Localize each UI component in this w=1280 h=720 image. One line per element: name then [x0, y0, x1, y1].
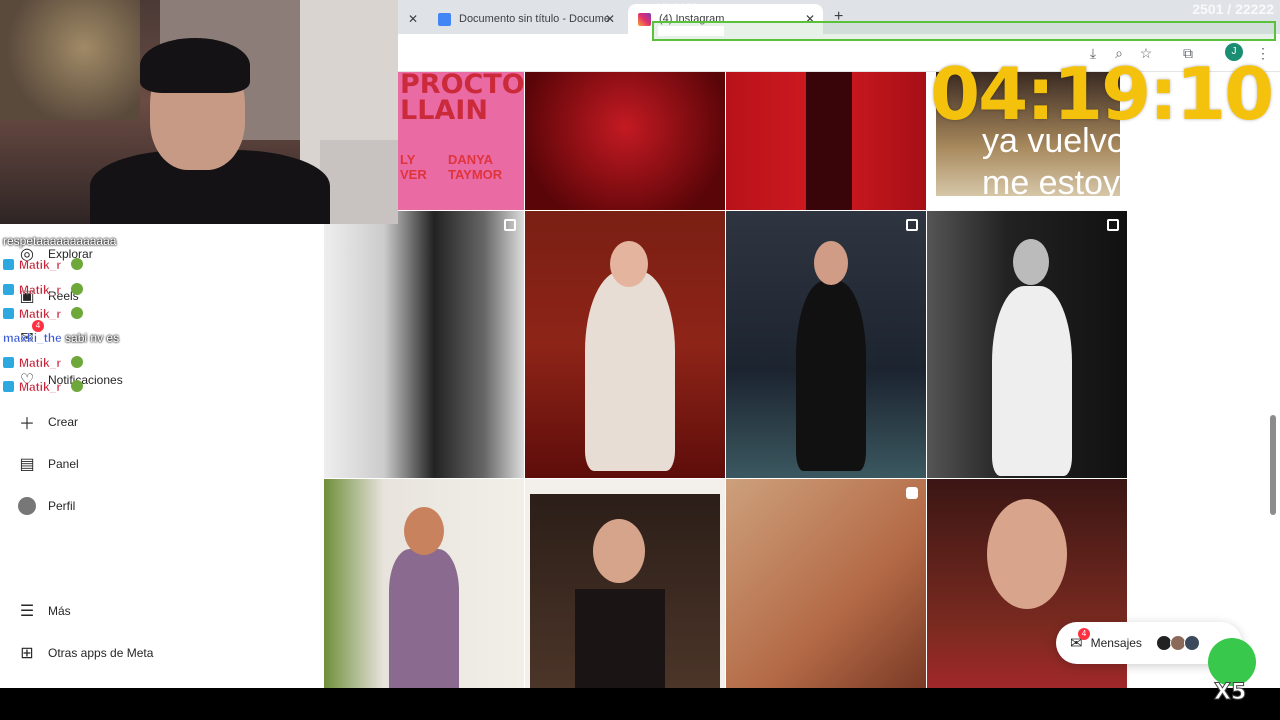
- chat-username: Matik_r: [19, 307, 62, 321]
- google-docs-icon: [438, 12, 451, 26]
- mascot-icon: [1208, 638, 1256, 686]
- sub-badge-icon: [3, 308, 14, 319]
- cover-credit: LY VER: [400, 152, 427, 182]
- post-thumbnail[interactable]: [726, 479, 926, 688]
- emote-icon: [71, 258, 84, 270]
- chat-message: respetaaaaaaaaaaaa: [3, 234, 116, 248]
- avatar-icon: [16, 495, 38, 517]
- chat-username: Matik_r: [19, 258, 62, 272]
- chat-username: Matik_r: [19, 380, 62, 394]
- chat-username: Matik_r: [19, 283, 62, 297]
- emote-icon: [71, 380, 84, 392]
- nav-more[interactable]: ☰ Más: [16, 599, 71, 623]
- webcam-feed: [0, 0, 398, 224]
- post-thumbnail[interactable]: [324, 211, 524, 478]
- avatar: [1183, 635, 1200, 651]
- chat-username: Matik_r: [19, 356, 62, 370]
- chart-icon: ▤: [19, 456, 35, 473]
- post-thumbnail[interactable]: [927, 211, 1127, 478]
- post-thumbnail[interactable]: [525, 72, 725, 210]
- nav-label: Otras apps de Meta: [48, 646, 154, 660]
- browser-tab-docs[interactable]: Documento sin título - Docume ✕: [428, 4, 623, 34]
- cover-title: LLAIN: [400, 95, 488, 126]
- messages-badge: 4: [1078, 628, 1090, 640]
- post-thumbnail[interactable]: PROCTO LLAIN LY VER DANYA TAYMOR: [398, 72, 524, 210]
- carousel-icon: [504, 219, 516, 231]
- multiplier-label: X5: [1213, 680, 1247, 706]
- chat-text: sabi nv es: [65, 331, 120, 345]
- chat-message: Matik_r: [3, 307, 84, 321]
- chat-message: Matik_r: [3, 356, 84, 370]
- emote-icon: [71, 356, 84, 368]
- nav-meta-apps[interactable]: ⊞ Otras apps de Meta: [16, 641, 153, 665]
- messenger-icon: ✉ 4: [1070, 628, 1090, 652]
- close-tab-icon[interactable]: ✕: [408, 12, 418, 26]
- nav-create[interactable]: ＋ Crear: [16, 410, 78, 434]
- nav-dashboard[interactable]: ▤ Panel: [16, 452, 79, 476]
- progress-fill: [658, 26, 724, 36]
- sub-badge-icon: [3, 284, 14, 295]
- nav-label: Panel: [48, 457, 79, 471]
- away-message: ya vuelvo me estoy: [982, 120, 1132, 204]
- post-thumbnail[interactable]: [726, 72, 926, 210]
- chat-message: Matik_r: [3, 380, 84, 394]
- emote-icon: [71, 307, 84, 319]
- chat-text: respetaaaaaaaaaaaa: [3, 234, 117, 248]
- post-thumbnail[interactable]: [525, 211, 725, 478]
- browser-tab-previous[interactable]: ✕: [400, 4, 424, 34]
- away-line: me estoy: [982, 164, 1120, 202]
- sub-badge-icon: [3, 381, 14, 392]
- messages-label: Mensajes: [1090, 636, 1142, 650]
- instagram-icon: [638, 12, 651, 26]
- meta-apps-icon: ⊞: [20, 645, 34, 662]
- chat-message: Matik_r: [3, 283, 84, 297]
- post-thumbnail[interactable]: [324, 479, 524, 688]
- tab-title: Documento sin título - Docume: [459, 13, 611, 25]
- chat-message: Matik_r: [3, 258, 84, 272]
- carousel-icon: [1107, 219, 1119, 231]
- chat-username: maxki_the: [3, 331, 62, 345]
- kicks-goal-label: KICKS: [656, 0, 700, 16]
- sub-badge-icon: [3, 259, 14, 270]
- screen: ✕ Documento sin título - Docume ✕ (4) In…: [0, 0, 1280, 720]
- cover-credit: DANYA TAYMOR: [448, 152, 503, 182]
- reel-icon: [906, 487, 918, 499]
- plus-icon: ＋: [18, 416, 35, 433]
- sub-badge-icon: [3, 357, 14, 368]
- post-thumbnail[interactable]: [525, 479, 725, 688]
- chat-message: maxki_the sabi nv es: [3, 331, 119, 345]
- carousel-icon: [906, 219, 918, 231]
- close-tab-icon[interactable]: ✕: [605, 12, 615, 26]
- emote-icon: [71, 283, 84, 295]
- post-thumbnail[interactable]: [726, 211, 926, 478]
- menu-icon: ☰: [19, 603, 35, 620]
- bottom-bar: [0, 688, 1280, 720]
- kicks-goal-progress: [652, 21, 1276, 41]
- nav-profile[interactable]: Perfil: [16, 494, 75, 518]
- page-scrollbar[interactable]: [1270, 415, 1276, 515]
- nav-label: Más: [48, 604, 71, 618]
- away-line: ya vuelvo: [982, 122, 1126, 160]
- kicks-goal-counter: 2501 / 22222: [1192, 1, 1274, 17]
- nav-label: Crear: [48, 415, 79, 429]
- nav-label: Perfil: [48, 499, 76, 513]
